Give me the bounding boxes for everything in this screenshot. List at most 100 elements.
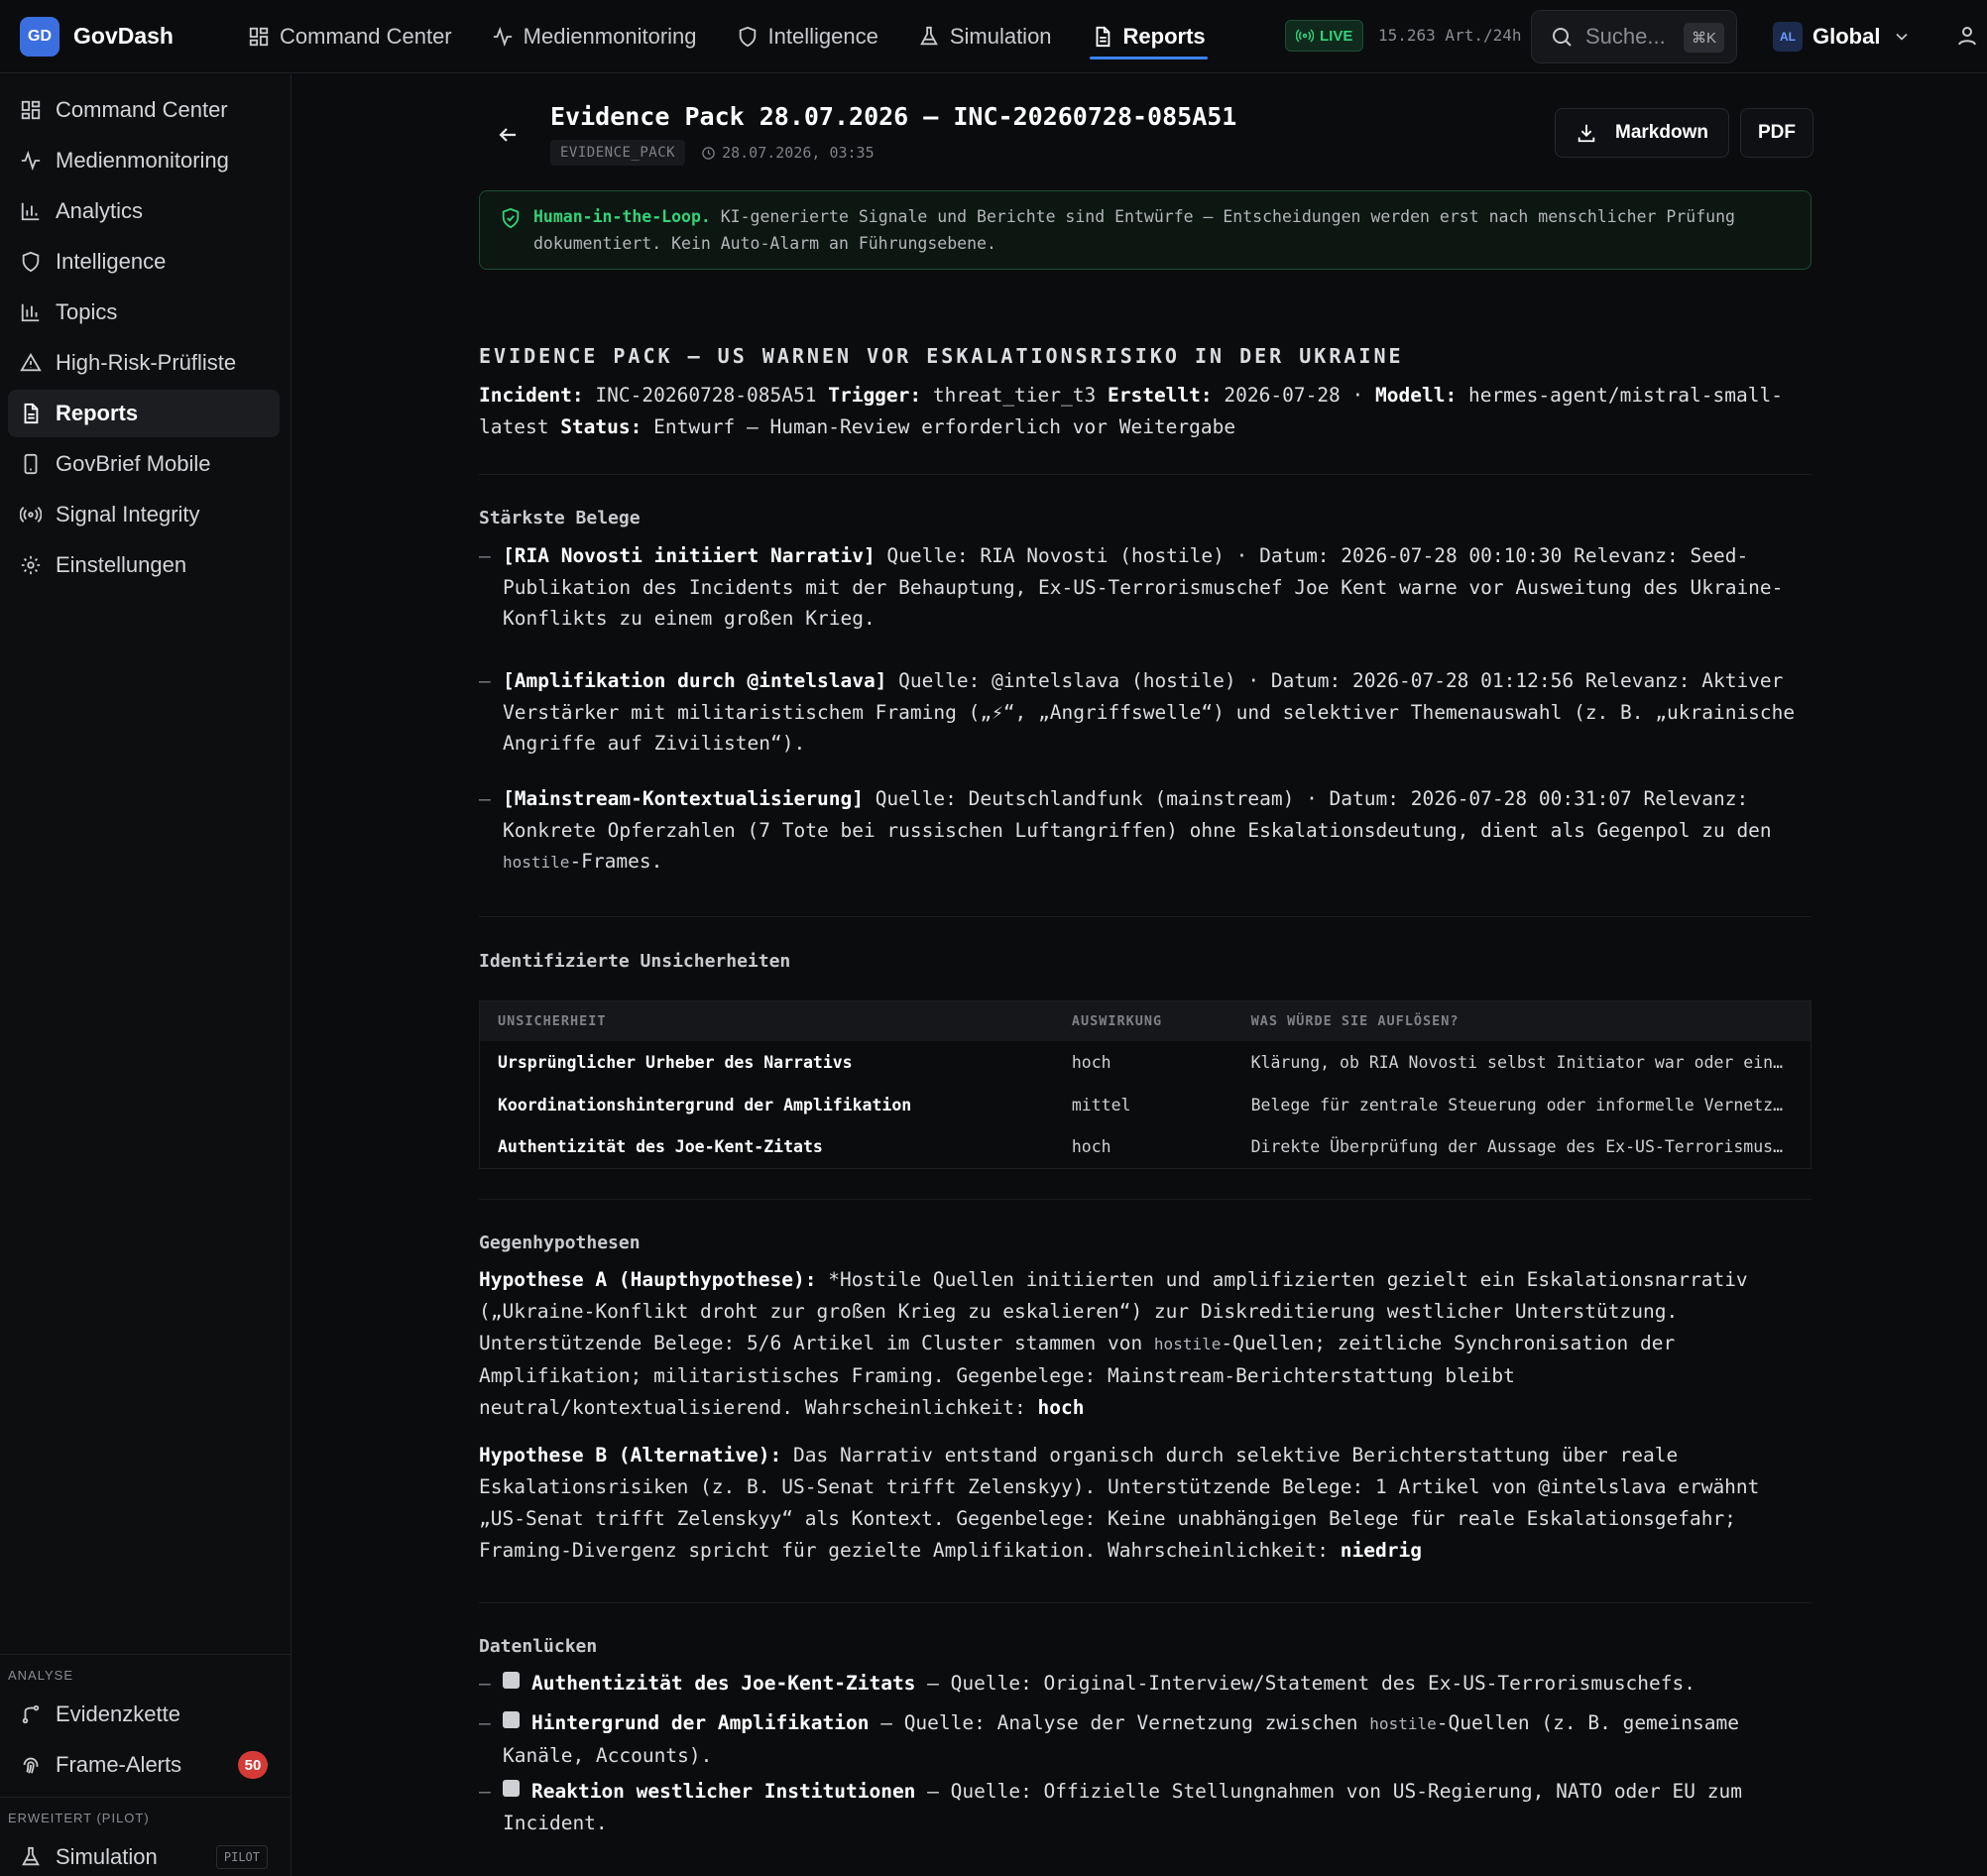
flask-icon xyxy=(22,1846,40,1866)
sidebar-item-simulation[interactable]: Simulation PILOT xyxy=(8,1833,280,1876)
column-header: WAS WÜRDE SIE AUFLÖSEN? xyxy=(1232,1000,1812,1041)
evidence-title: [RIA Novosti initiiert Narrativ] xyxy=(503,544,876,567)
resolve-cell: Direkte Überprüfung der Aussage des Ex-U… xyxy=(1250,1137,1784,1157)
arrow-left-icon xyxy=(499,128,516,142)
human-in-the-loop-notice: Human-in-the-Loop. KI-generierte Signale… xyxy=(479,190,1812,270)
warning-icon xyxy=(20,352,42,372)
sidebar-item-evidenzkette[interactable]: Evidenzkette xyxy=(8,1691,280,1738)
shield-icon xyxy=(739,26,756,47)
table-row: Authentizität des Joe-Kent-Zitats hoch D… xyxy=(480,1126,1812,1169)
branch-icon xyxy=(22,1704,40,1724)
page-title: Evidence Pack 28.07.2026 — INC-20260728-… xyxy=(550,102,1237,131)
sidebar-item-label: Signal Integrity xyxy=(56,502,200,527)
section-uncertainty-heading: Identifizierte Unsicherheiten xyxy=(479,951,791,972)
hypothesis-probability: niedrig xyxy=(1340,1539,1422,1562)
checkbox[interactable] xyxy=(503,1780,520,1797)
incident-label: Incident: xyxy=(479,384,584,407)
sidebar-item-govbrief-mobile[interactable]: GovBrief Mobile xyxy=(8,440,280,488)
checkbox[interactable] xyxy=(503,1711,520,1728)
brand[interactable]: GD GovDash xyxy=(20,16,208,57)
gear-icon xyxy=(21,555,41,575)
sidebar-item-label: Medienmonitoring xyxy=(56,148,229,173)
evidence-title: [Mainstream-Kontextualisierung] xyxy=(503,787,864,810)
sidebar-item-einstellungen[interactable]: Einstellungen xyxy=(8,541,280,589)
doc-timestamp-value: 28.07.2026, 03:35 xyxy=(722,144,875,162)
sidebar-item-analytics[interactable]: Analytics xyxy=(8,187,280,235)
back-button[interactable] xyxy=(491,118,525,152)
top-nav: Command Center Medienmonitoring Intellig… xyxy=(228,0,1226,73)
shield-icon xyxy=(22,251,40,273)
radio-icon xyxy=(20,507,42,523)
doc-meta: EVIDENCE_PACK 28.07.2026, 03:35 xyxy=(550,140,875,166)
mobile-icon xyxy=(24,453,38,475)
gap-item: Hintergrund der Amplifikation — Quelle: … xyxy=(479,1707,1812,1771)
evidence-item: [RIA Novosti initiiert Narrativ] Quelle:… xyxy=(479,540,1812,635)
resolve-cell: Klärung, ob RIA Novosti selbst Initiator… xyxy=(1250,1052,1784,1072)
topnav-medienmonitoring[interactable]: Medienmonitoring xyxy=(472,0,717,73)
sidebar-section-extended: ERWEITERT (PILOT) xyxy=(8,1811,150,1825)
column-header: AUSWIRKUNG xyxy=(1053,1000,1233,1041)
download-pdf-button[interactable]: PDF xyxy=(1740,108,1813,158)
radio-icon xyxy=(1296,29,1314,43)
gap-text: — Quelle: Analyse der Vernetzung zwische… xyxy=(869,1711,1370,1734)
table-row: Koordinationshintergrund der Amplifikati… xyxy=(480,1084,1812,1126)
sidebar-item-label: Evidenzkette xyxy=(56,1701,180,1726)
sidebar-item-label: GovBrief Mobile xyxy=(56,451,211,476)
sidebar-item-label: Simulation xyxy=(56,1844,158,1869)
topnav-label: Intelligence xyxy=(767,23,878,49)
hypothesis-label: Hypothese A (Haupthypothese): xyxy=(479,1268,817,1291)
divider xyxy=(479,1602,1812,1603)
checkbox[interactable] xyxy=(503,1672,520,1689)
report-meta: Incident: INC-20260728-085A51 Trigger: t… xyxy=(479,380,1812,443)
topnav-label: Command Center xyxy=(280,23,452,49)
file-icon xyxy=(24,403,39,424)
uncertainty-cell: Ursprünglicher Urheber des Narrativs xyxy=(498,1052,853,1072)
hypothesis-a: Hypothese A (Haupthypothese): *Hostile Q… xyxy=(479,1264,1812,1424)
download-icon xyxy=(1578,124,1595,143)
sidebar-item-signal-integrity[interactable]: Signal Integrity xyxy=(8,491,280,538)
topnav-label: Medienmonitoring xyxy=(523,23,697,49)
created-label: Erstellt: xyxy=(1107,384,1213,407)
created-value: 2026-07-28 · xyxy=(1212,384,1376,407)
sidebar-item-command-center[interactable]: Command Center xyxy=(8,86,280,134)
sidebar-item-frame-alerts[interactable]: Frame-Alerts 50 xyxy=(8,1741,280,1789)
divider xyxy=(479,1199,1812,1200)
search-input[interactable]: Suche... ⌘K xyxy=(1531,10,1737,63)
gap-title: Authentizität des Joe-Kent-Zitats xyxy=(531,1672,916,1695)
sidebar-item-reports[interactable]: Reports xyxy=(8,390,280,437)
sidebar-item-high-risk[interactable]: High-Risk-Prüfliste xyxy=(8,339,280,387)
bar-chart-icon xyxy=(21,303,40,322)
hypothesis-probability: hoch xyxy=(1037,1396,1085,1419)
status-value: Entwurf — Human-Review erforderlich vor … xyxy=(642,415,1236,438)
topnav-command-center[interactable]: Command Center xyxy=(228,0,472,73)
topnav-intelligence[interactable]: Intelligence xyxy=(717,0,898,73)
sidebar-item-medienmonitoring[interactable]: Medienmonitoring xyxy=(8,137,280,184)
chevron-down-icon xyxy=(1896,33,1909,41)
article-rate: 15.263 Art./24h xyxy=(1378,26,1522,45)
inline-code: hostile xyxy=(1369,1714,1437,1733)
sidebar-item-label: Topics xyxy=(56,299,118,324)
shield-check-icon xyxy=(502,207,520,229)
impact-cell: hoch xyxy=(1071,1137,1111,1157)
evidence-text-tail: -Frames. xyxy=(569,850,663,873)
report-heading: EVIDENCE PACK — US WARNEN VOR ESKALATION… xyxy=(479,344,1404,368)
download-markdown-button[interactable]: Markdown xyxy=(1555,108,1729,158)
uncertainty-cell: Koordinationshintergrund der Amplifikati… xyxy=(498,1095,912,1114)
resolve-cell: Belege für zentrale Steuerung oder infor… xyxy=(1250,1095,1784,1114)
user-icon[interactable] xyxy=(1955,24,1979,48)
search-placeholder: Suche... xyxy=(1585,24,1666,49)
impact-cell: hoch xyxy=(1071,1052,1111,1072)
scope-selector[interactable]: AL Global xyxy=(1773,22,1912,52)
search-shortcut: ⌘K xyxy=(1683,23,1724,53)
topnav-simulation[interactable]: Simulation xyxy=(898,0,1072,73)
gap-item: Authentizität des Joe-Kent-Zitats — Quel… xyxy=(479,1668,1812,1700)
sidebar-item-label: Frame-Alerts xyxy=(56,1752,182,1777)
sidebar-item-intelligence[interactable]: Intelligence xyxy=(8,238,280,286)
table-header-row: UNSICHERHEIT AUSWIRKUNG WAS WÜRDE SIE AU… xyxy=(479,1000,1812,1041)
doc-type-tag: EVIDENCE_PACK xyxy=(550,140,686,166)
file-icon xyxy=(1096,26,1110,47)
search-icon xyxy=(1553,28,1572,47)
pilot-badge: PILOT xyxy=(215,1845,268,1869)
topnav-reports[interactable]: Reports xyxy=(1072,0,1226,73)
sidebar-item-topics[interactable]: Topics xyxy=(8,289,280,336)
